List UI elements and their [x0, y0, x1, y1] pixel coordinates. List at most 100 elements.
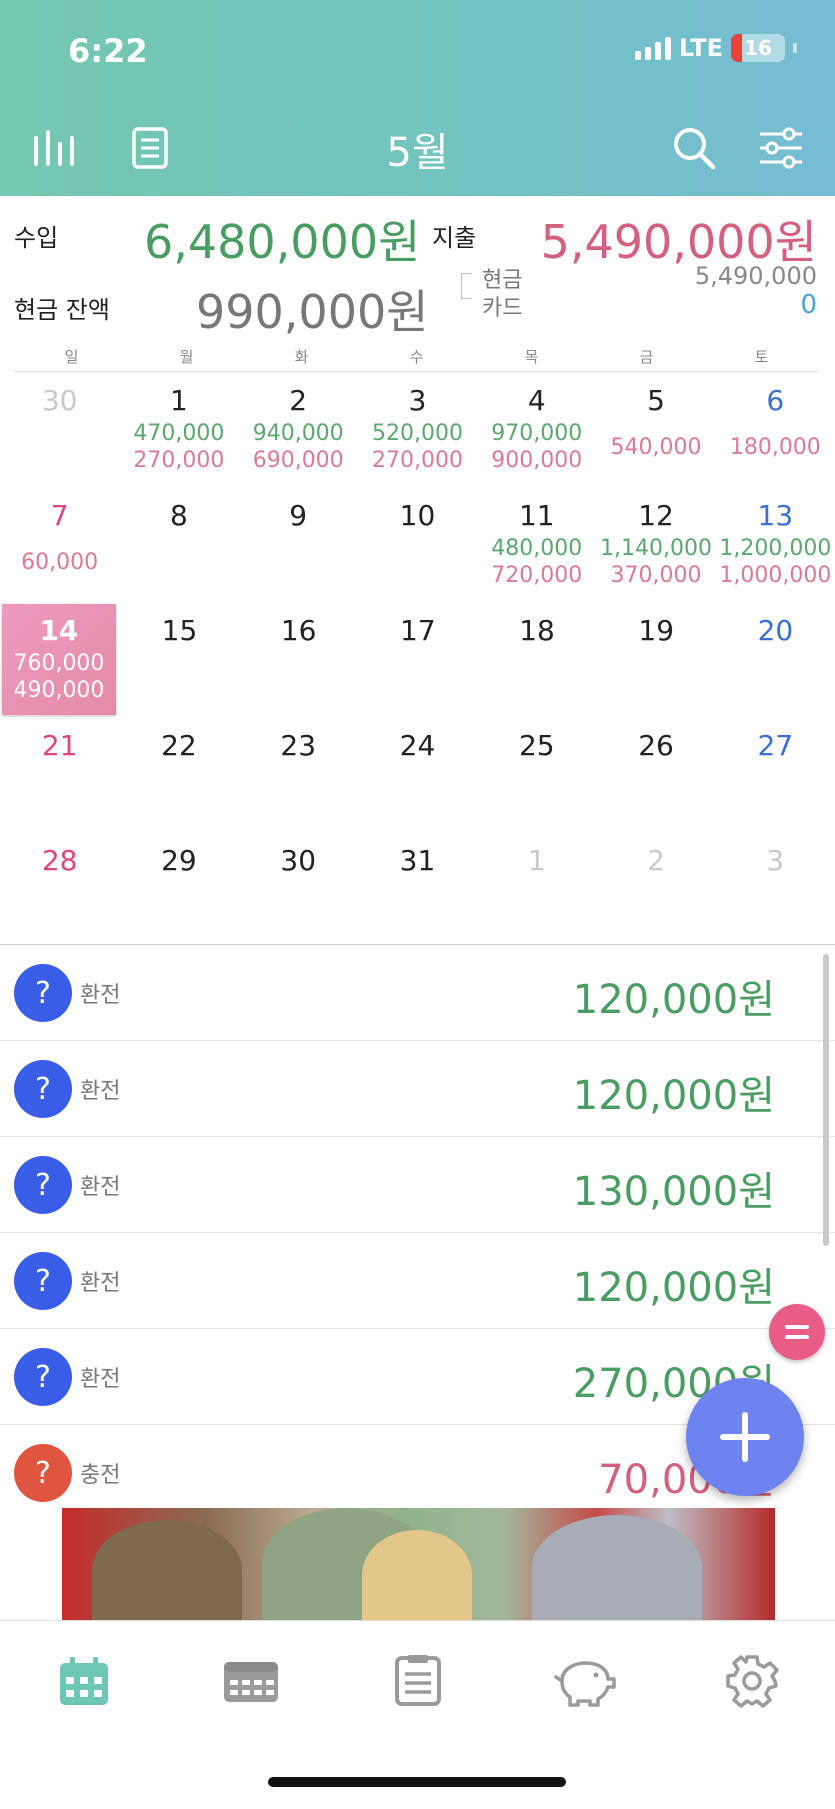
- tab-settings[interactable]: [668, 1621, 835, 1740]
- day-number: 19: [638, 614, 675, 647]
- day-number: 17: [400, 614, 436, 647]
- day-expense: 490,000: [13, 678, 105, 703]
- transaction-amount: 130,000원: [572, 1169, 775, 1215]
- transaction-amount: 120,000원: [572, 1265, 775, 1311]
- day-number: 2: [289, 384, 308, 417]
- battery-level: 16: [744, 36, 772, 60]
- add-transaction-button[interactable]: [686, 1378, 804, 1496]
- calendar-day[interactable]: 7 60,000: [0, 487, 119, 602]
- summary-toggle-button[interactable]: [769, 1304, 825, 1360]
- day-number: 6: [766, 384, 785, 417]
- expense-label: 지출: [432, 224, 477, 252]
- calendar-day[interactable]: 10: [358, 487, 477, 602]
- search-icon[interactable]: [670, 124, 718, 172]
- transaction-row[interactable]: ? 환전 120,000원: [0, 1233, 835, 1329]
- calendar-day[interactable]: 18: [477, 602, 596, 717]
- calendar-day[interactable]: 30: [239, 832, 358, 947]
- calendar-day[interactable]: 21: [0, 717, 119, 832]
- calendar-day-selected[interactable]: 14 760,000 490,000: [2, 604, 116, 715]
- calendar-day[interactable]: 5 540,000: [596, 372, 715, 487]
- day-number: 18: [519, 614, 555, 647]
- day-income: 520,000: [371, 421, 463, 446]
- calendar-day[interactable]: 4 970,000 900,000: [477, 372, 596, 487]
- day-income: 760,000: [13, 651, 105, 676]
- calendar-day[interactable]: 3: [716, 832, 835, 947]
- day-income: 1,200,000: [719, 536, 832, 561]
- bracket-divider: [461, 273, 471, 299]
- calendar-day[interactable]: 28: [0, 832, 119, 947]
- day-number: 21: [41, 729, 78, 762]
- list-icon: [394, 1654, 441, 1706]
- ad-banner[interactable]: [62, 1508, 775, 1620]
- day-number: 14: [39, 614, 79, 647]
- day-number: 15: [161, 614, 198, 647]
- tab-weekly[interactable]: [167, 1621, 334, 1740]
- piggy-bank-icon: [553, 1660, 616, 1707]
- day-number: 13: [757, 499, 794, 532]
- calendar-day[interactable]: 20: [716, 602, 835, 717]
- calendar-day[interactable]: 30: [0, 372, 119, 487]
- signal-icon: [634, 36, 671, 60]
- day-expense: 690,000: [252, 448, 344, 473]
- transaction-category: 환전: [80, 1367, 121, 1392]
- day-expense: 270,000: [371, 448, 463, 473]
- calendar-week: 7 60,000 8 9 10 11 480,000 720,000 12 1,140,000 37…: [0, 487, 835, 602]
- gear-icon: [725, 1654, 779, 1708]
- calendar-day[interactable]: 2: [596, 832, 715, 947]
- calendar-day[interactable]: 12 1,140,000 370,000: [596, 487, 715, 602]
- calendar-day[interactable]: 25: [477, 717, 596, 832]
- calendar-day[interactable]: 6 180,000: [716, 372, 835, 487]
- calendar-day[interactable]: 1: [477, 832, 596, 947]
- tab-calendar[interactable]: [0, 1621, 167, 1740]
- calendar-day[interactable]: 11 480,000 720,000: [477, 487, 596, 602]
- calendar-day[interactable]: 26: [596, 717, 715, 832]
- category-question-icon: ?: [14, 1252, 72, 1310]
- weekly-icon: [223, 1661, 278, 1702]
- category-question-icon: ?: [14, 1444, 72, 1502]
- calendar-day[interactable]: 8: [119, 487, 238, 602]
- calendar-day[interactable]: 22: [119, 717, 238, 832]
- status-indicators: LTE 16: [634, 34, 797, 62]
- calendar-day[interactable]: 16: [239, 602, 358, 717]
- cash-balance-label: 현금 잔액: [14, 296, 110, 324]
- calendar-day[interactable]: 31: [358, 832, 477, 947]
- category-question-icon: ?: [14, 1156, 72, 1214]
- calendar-day[interactable]: 24: [358, 717, 477, 832]
- income-label: 수입: [14, 224, 59, 252]
- calendar-day[interactable]: 27: [716, 717, 835, 832]
- calendar-day[interactable]: 9: [239, 487, 358, 602]
- card-label: 카드: [482, 296, 523, 321]
- day-number: 26: [638, 729, 674, 762]
- filter-settings-icon[interactable]: [757, 124, 805, 172]
- day-income: 1,140,000: [600, 536, 713, 561]
- day-expense: 180,000: [729, 435, 821, 460]
- day-number: 11: [518, 499, 555, 532]
- transaction-row[interactable]: ? 환전 120,000원: [0, 1041, 835, 1137]
- calendar-day[interactable]: 1 470,000 270,000: [119, 372, 238, 487]
- transaction-row[interactable]: ? 환전 120,000원: [0, 945, 835, 1041]
- day-number: 8: [170, 499, 188, 532]
- calendar-day[interactable]: 23: [239, 717, 358, 832]
- transaction-row[interactable]: ? 환전 130,000원: [0, 1137, 835, 1233]
- calendar-icon: [59, 1656, 108, 1705]
- calendar-day[interactable]: 29: [119, 832, 238, 947]
- day-number: 4: [527, 384, 546, 417]
- card-expense-value: 0: [800, 290, 817, 320]
- tab-list[interactable]: [334, 1621, 501, 1740]
- calendar-day[interactable]: 19: [597, 602, 716, 717]
- calendar-day[interactable]: 13 1,200,000 1,000,000: [716, 487, 835, 602]
- cash-balance-value: 990,000원: [196, 285, 429, 339]
- day-number: 7: [50, 499, 69, 532]
- list-scrollbar[interactable]: [823, 954, 829, 1246]
- calendar-day[interactable]: 17: [358, 602, 477, 717]
- day-number: 24: [399, 729, 436, 762]
- calendar-week: 14 760,000 490,000 15 16 17 18 19 20: [0, 602, 835, 717]
- day-number: 10: [399, 499, 436, 532]
- calendar-day[interactable]: 3 520,000 270,000: [358, 372, 477, 487]
- tab-budget[interactable]: [501, 1621, 668, 1740]
- transaction-category: 환전: [80, 1271, 121, 1296]
- calendar-day[interactable]: 15: [120, 602, 239, 717]
- day-number: 16: [280, 614, 317, 647]
- calendar-day[interactable]: 2 940,000 690,000: [239, 372, 358, 487]
- day-number: 25: [518, 729, 555, 762]
